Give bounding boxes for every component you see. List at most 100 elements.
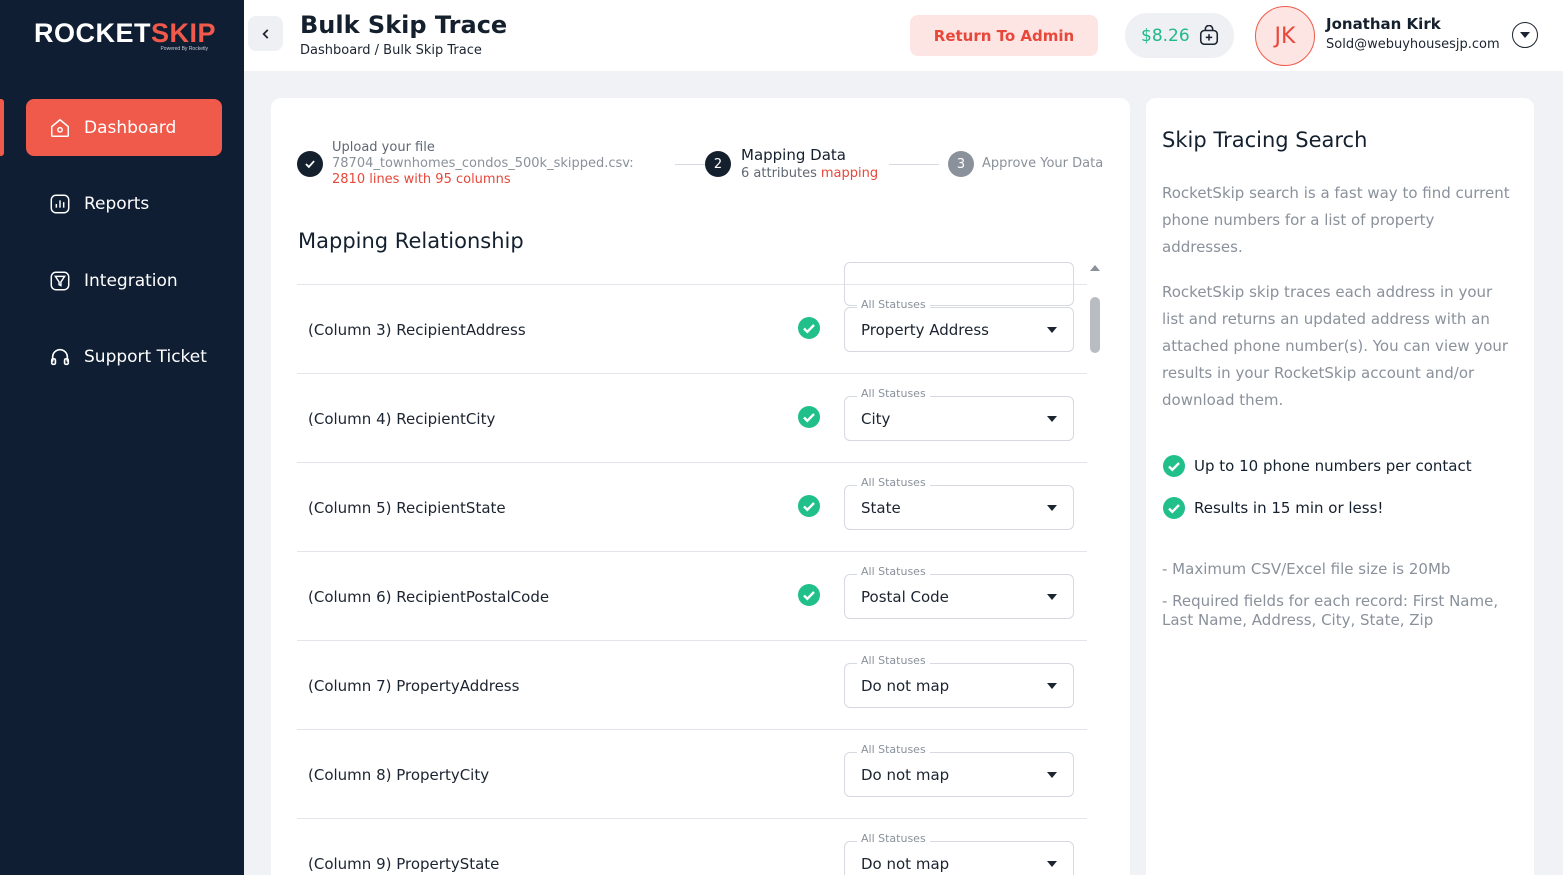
mapping-row: (Column 4) RecipientCity All Statuses City [297,373,1087,462]
select-legend: All Statuses [857,387,930,400]
column-label: (Column 7) PropertyAddress [308,677,520,695]
chevron-down-icon [1520,32,1530,38]
step-1-title: Upload your file [332,140,435,155]
mapping-row: (Column 3) RecipientAddress All Statuses P… [297,284,1087,373]
step-3-number: 3 [948,151,974,177]
info-note: - Required fields for each record: First… [1162,592,1499,629]
logo-powered-by: Powered By Rocketly [160,46,208,52]
step-1-filename: 78704_townhomes_condos_500k_skipped.csv: [332,156,634,171]
info-paragraph: RocketSkip search is a fast way to find … [1162,184,1510,256]
caret-down-icon [1047,416,1057,422]
mapping-select[interactable]: All Statuses Postal Code [844,565,1074,619]
check-circle-icon [798,495,820,517]
balance-amount: $8.26 [1141,25,1190,46]
check-circle-icon [1163,497,1185,519]
sidebar-item-support-ticket[interactable]: Support Ticket [26,328,222,385]
mapping-select[interactable]: All Statuses Do not map [844,654,1074,708]
mapping-select[interactable]: All Statuses Do not map [844,832,1074,875]
select-value: State [861,499,901,517]
back-button[interactable] [248,16,283,51]
step-2-subtitle: 6 attributes mapping [741,166,879,181]
check-circle-icon [798,406,820,428]
sidebar-item-reports[interactable]: Reports [26,175,222,232]
reports-icon [48,192,72,216]
caret-down-icon [1047,683,1057,689]
user-email: Sold@webuyhousesjp.com [1326,37,1500,52]
section-title: Mapping Relationship [298,229,524,253]
top-header: Bulk Skip Trace Dashboard / Bulk Skip Tr… [244,0,1563,71]
progress-stepper: Upload your file 78704_townhomes_condos_… [297,138,1107,190]
scroll-thumb[interactable] [1090,297,1100,353]
column-label: (Column 9) PropertyState [308,855,500,873]
step-1-line-count: 2810 lines with 95 columns [332,172,511,187]
return-to-admin-button[interactable]: Return To Admin [910,15,1098,56]
mapping-row: (Column 8) PropertyCity All Statuses Do no… [297,729,1087,818]
home-icon [48,116,72,140]
caret-down-icon [1047,772,1057,778]
sidebar: ROCKETSKIP Powered By Rocketly Dashboard… [0,0,244,875]
mapping-select[interactable]: All Statuses Property Address [844,298,1074,352]
rocketskip-logo[interactable]: ROCKETSKIP Powered By Rocketly [34,18,216,58]
select-value: Do not map [861,677,950,695]
active-nav-indicator [0,99,4,156]
wallet-add-icon [1199,24,1218,45]
mapping-list: (Column 3) RecipientAddress All Statuses P… [297,262,1087,875]
select-value: Do not map [861,766,950,784]
select-legend: All Statuses [857,298,930,311]
mapping-row: (Column 9) PropertyState All Statuses Do n… [297,818,1087,875]
chevron-left-icon [261,28,268,39]
mapping-card: Upload your file 78704_townhomes_condos_… [271,98,1130,875]
info-title: Skip Tracing Search [1162,128,1368,152]
caret-down-icon [1047,594,1057,600]
balance-badge[interactable]: $8.26 [1125,13,1234,58]
headset-icon [48,345,72,369]
select-legend: All Statuses [857,565,930,578]
scroll-up-arrow[interactable] [1090,265,1100,271]
info-note: - Maximum CSV/Excel file size is 20Mb [1162,560,1451,578]
mapping-row: (Column 5) RecipientState All Statuses Sta… [297,462,1087,551]
column-label: (Column 8) PropertyCity [308,766,490,784]
mapping-row: (Column 7) PropertyAddress All Statuses Do… [297,640,1087,729]
check-icon [305,160,315,169]
select-value: Property Address [861,321,989,339]
sidebar-item-dashboard[interactable]: Dashboard [26,99,222,156]
check-circle-icon [1163,455,1185,477]
select-legend: All Statuses [857,743,930,756]
info-paragraph: RocketSkip skip traces each address in y… [1162,283,1509,409]
mapping-row: (Column 6) RecipientPostalCode All Status… [297,551,1087,640]
check-circle-icon [798,584,820,606]
step-3-title: Approve Your Data [982,156,1104,171]
step-2-title: Mapping Data [741,146,846,164]
feature-item: Up to 10 phone numbers per contact [1162,453,1472,479]
scrollbar[interactable] [1087,263,1103,875]
mapping-select[interactable]: All Statuses Do not map [844,743,1074,797]
mapping-select[interactable]: All Statuses City [844,387,1074,441]
select-legend: All Statuses [857,476,930,489]
user-name: Jonathan Kirk [1326,15,1441,33]
user-menu-toggle[interactable] [1512,22,1538,48]
column-label: (Column 4) RecipientCity [308,410,496,428]
breadcrumb: Dashboard / Bulk Skip Trace [300,43,482,58]
avatar[interactable]: JK [1255,6,1315,66]
info-card: Skip Tracing Search RocketSkip search is… [1146,98,1534,875]
page-title: Bulk Skip Trace [300,11,508,39]
sidebar-item-integration[interactable]: Integration [26,252,222,309]
select-value: City [861,410,891,428]
caret-down-icon [1047,327,1057,333]
select-value: Do not map [861,855,950,873]
select-legend: All Statuses [857,832,930,845]
step-connector [889,164,939,165]
check-circle-icon [798,317,820,339]
caret-down-icon [1047,861,1057,867]
feature-item: Results in 15 min or less! [1162,495,1383,521]
mapping-select[interactable]: All Statuses State [844,476,1074,530]
select-value: Postal Code [861,588,949,606]
integration-icon [48,269,72,293]
step-1-complete [297,151,323,177]
select-legend: All Statuses [857,654,930,667]
caret-down-icon [1047,505,1057,511]
step-2-number: 2 [705,151,731,177]
column-label: (Column 6) RecipientPostalCode [308,588,550,606]
column-label: (Column 5) RecipientState [308,499,506,517]
column-label: (Column 3) RecipientAddress [308,321,526,339]
